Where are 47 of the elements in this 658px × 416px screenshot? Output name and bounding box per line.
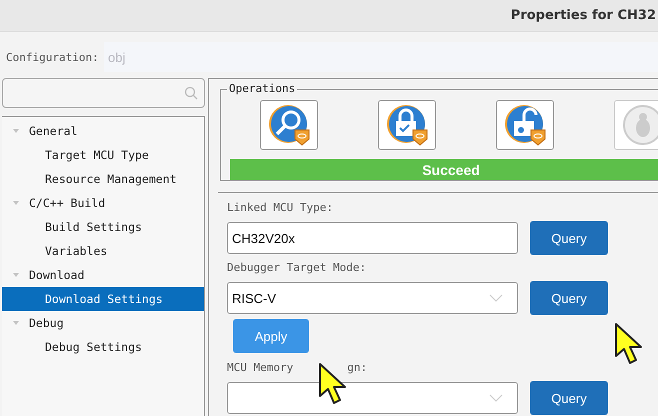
chevron-down-icon [489,394,503,402]
chevron-down-icon [489,294,503,302]
query-button[interactable]: Query [530,381,608,415]
search-field[interactable] [2,78,205,108]
expand-arrow-icon[interactable] [12,271,20,279]
query-button[interactable]: Query [530,281,608,315]
mouse-pointer-icon [614,322,644,366]
tree-item-row[interactable]: Build Settings [2,215,204,239]
tree-item-row[interactable]: Debug Settings [2,335,204,359]
tree-item[interactable]: Resource Management [45,172,177,186]
group-title: Operations [227,82,298,95]
tree-item-row[interactable]: Target MCU Type [2,143,204,167]
tree-item[interactable]: Debug [29,316,64,330]
expand-arrow-icon[interactable] [12,127,20,135]
mouse-pointer-icon [318,362,348,406]
expand-arrow-icon[interactable] [12,199,20,207]
unlock-operation-button[interactable] [496,100,554,150]
tree-item[interactable]: Download Settings [45,292,163,306]
padlock-icon [385,103,429,147]
status-text: Succeed [422,162,480,178]
window-title: Properties for CH32 [510,8,656,23]
field-label: MCU Memory [227,360,294,374]
field-label: Debugger Target Mode: [227,260,366,274]
tree-item[interactable]: C/C++ Build [29,196,106,210]
mcu-type-field[interactable]: CH32V20x [227,222,518,254]
open-padlock-icon [503,103,547,147]
dropdown-field[interactable] [227,382,518,414]
tree-item[interactable]: Target MCU Type [45,148,149,162]
tree-item[interactable]: Variables [45,244,108,258]
expand-arrow-icon[interactable] [12,319,20,327]
tree-item-row[interactable]: Resource Management [2,167,204,191]
lock-operation-button[interactable] [378,100,436,150]
field-label: Linked MCU Type: [227,200,333,214]
tree-item[interactable]: General [29,124,78,138]
field-label: gn: [347,360,368,374]
configuration-field[interactable]: obj [104,42,658,72]
tree-item[interactable]: Debug Settings [45,340,142,354]
tree-item-row[interactable]: Download Settings [2,287,204,311]
tree-item-row[interactable]: Variables [2,239,204,263]
tree-item[interactable]: Build Settings [45,220,142,234]
dropdown-field[interactable]: RISC-V [227,282,518,314]
tree-item[interactable]: Download [29,268,84,282]
search-operation-button[interactable] [260,100,318,150]
configuration-label: Configuration: [6,50,100,64]
magnifier-icon [267,103,311,147]
search-icon [184,86,198,100]
query-button[interactable]: Query [530,221,608,255]
